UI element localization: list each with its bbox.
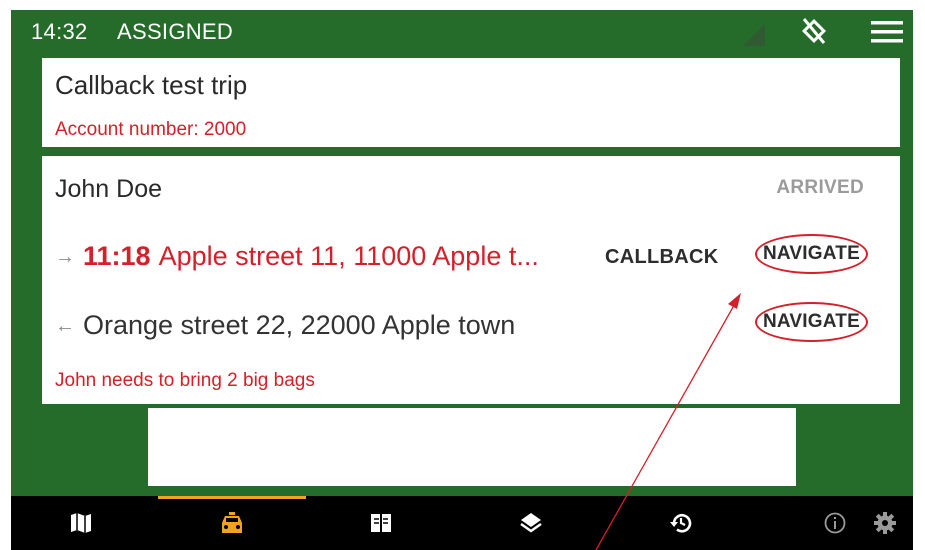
active-tab-indicator (158, 496, 306, 499)
status-time: 14:32 (31, 19, 88, 44)
passenger-name: John Doe (55, 175, 163, 203)
signal-icon (743, 24, 765, 46)
navigate-dropoff-button[interactable]: NAVIGATE (755, 302, 868, 342)
pickup-time: 11:18 (83, 241, 151, 271)
passenger-note: John needs to bring 2 big bags (55, 370, 315, 391)
status-bar: 14:32 ASSIGNED (11, 10, 913, 50)
settings-icon[interactable] (873, 511, 897, 535)
pickup-address: Apple street 11, 11000 Apple t... (158, 241, 539, 271)
dropoff-arrow-icon: ← (55, 315, 75, 337)
map-icon[interactable] (69, 511, 93, 535)
pickup-arrow-icon: → (55, 246, 75, 268)
bottom-nav (11, 496, 913, 550)
history-icon[interactable] (669, 511, 693, 535)
taxi-icon[interactable] (220, 511, 244, 535)
dropoff-address: Orange street 22, 22000 Apple town (83, 310, 516, 340)
trip-card[interactable]: Callback test trip Account number: 2000 (42, 58, 900, 147)
info-icon[interactable] (823, 511, 847, 535)
passenger-card[interactable]: John Doe ARRIVED → 11:18 Apple street 11, … (42, 156, 900, 404)
empty-panel (148, 408, 796, 486)
app-screen: 14:32 ASSIGNED Callback test trip Accoun… (11, 10, 913, 550)
screen-rotation-icon[interactable] (799, 16, 829, 46)
trip-title: Callback test trip (55, 70, 248, 100)
layers-icon[interactable] (519, 511, 543, 535)
arrived-button[interactable]: ARRIVED (776, 177, 864, 199)
callback-button[interactable]: CALLBACK (605, 246, 719, 269)
trip-state: ASSIGNED (117, 19, 234, 44)
account-number: Account number: 2000 (55, 119, 247, 140)
navigate-pickup-button[interactable]: NAVIGATE (755, 234, 868, 274)
dropoff-stop[interactable]: ← Orange street 22, 22000 Apple town (55, 310, 515, 341)
pickup-stop[interactable]: → 11:18 Apple street 11, 11000 Apple t... (55, 241, 539, 272)
book-icon[interactable] (369, 511, 393, 535)
menu-icon[interactable] (871, 20, 903, 44)
